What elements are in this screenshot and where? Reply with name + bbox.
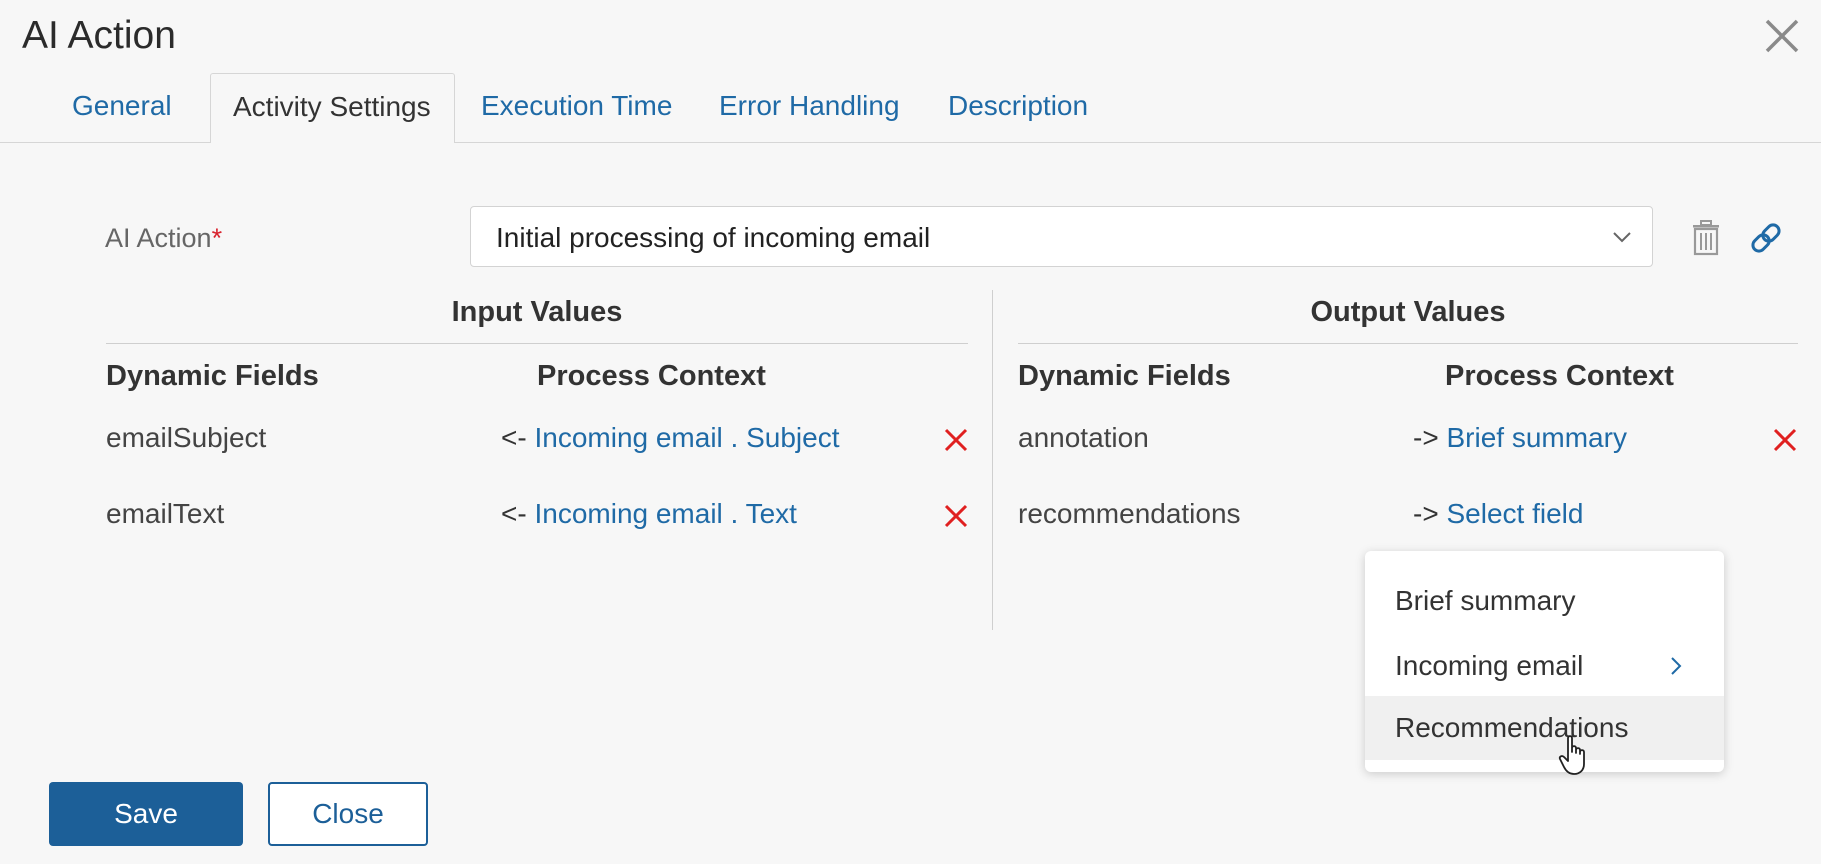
ai-action-select[interactable]: Initial processing of incoming email	[470, 206, 1653, 267]
close-icon[interactable]	[1762, 16, 1802, 56]
select-field-link[interactable]: Select field	[1446, 498, 1583, 529]
dropdown-item-label: Incoming email	[1395, 650, 1584, 681]
input-mapping: <- Incoming email . Subject	[501, 422, 840, 454]
mapping-arrow: <-	[501, 422, 527, 453]
output-values-divider	[1018, 343, 1798, 344]
dropdown-item-label: Brief summary	[1395, 585, 1576, 616]
tab-description[interactable]: Description	[948, 90, 1088, 122]
section-separator	[992, 290, 993, 630]
chevron-down-icon	[1613, 232, 1631, 243]
tab-error-handling[interactable]: Error Handling	[719, 90, 900, 122]
input-mapping: <- Incoming email . Text	[501, 498, 797, 530]
dialog-title: AI Action	[22, 14, 176, 57]
output-field-name: annotation	[1018, 422, 1149, 453]
mapping-arrow: <-	[501, 498, 527, 529]
tab-activity-settings-label: Activity Settings	[233, 91, 431, 122]
output-dynamic-fields-header: Dynamic Fields	[1018, 360, 1231, 392]
output-mapping: -> Brief summary	[1413, 422, 1627, 454]
context-link[interactable]: Incoming email . Text	[534, 498, 797, 529]
input-values-divider	[106, 343, 968, 344]
output-process-context-header: Process Context	[1445, 360, 1674, 392]
remove-icon[interactable]	[943, 427, 969, 453]
ai-action-label-text: AI Action	[105, 223, 212, 253]
remove-icon[interactable]	[943, 503, 969, 529]
tab-execution-time[interactable]: Execution Time	[481, 90, 672, 122]
close-button[interactable]: Close	[268, 782, 428, 846]
required-mark: *	[211, 223, 223, 253]
input-values-heading: Input Values	[451, 296, 623, 328]
output-field-name: recommendations	[1018, 498, 1241, 529]
ai-action-label: AI Action*	[105, 223, 222, 254]
dropdown-item-incoming-email[interactable]: Incoming email	[1365, 634, 1724, 698]
dropdown-item-label: Recommendations	[1395, 712, 1629, 743]
context-link[interactable]: Incoming email . Subject	[534, 422, 839, 453]
output-values-heading: Output Values	[1310, 296, 1506, 328]
input-dynamic-fields-header: Dynamic Fields	[106, 360, 319, 392]
input-field-name: emailSubject	[106, 422, 267, 453]
context-link[interactable]: Brief summary	[1446, 422, 1626, 453]
mapping-arrow: ->	[1413, 498, 1439, 529]
tab-general[interactable]: General	[72, 90, 172, 122]
dropdown-item-brief-summary[interactable]: Brief summary	[1365, 569, 1724, 633]
ai-action-selected-value: Initial processing of incoming email	[496, 222, 931, 253]
input-process-context-header: Process Context	[537, 360, 766, 392]
link-icon[interactable]	[1748, 220, 1784, 256]
save-button[interactable]: Save	[49, 782, 243, 846]
tab-activity-settings[interactable]: Activity Settings	[210, 73, 455, 143]
output-mapping: -> Select field	[1413, 498, 1583, 530]
remove-icon[interactable]	[1772, 427, 1798, 453]
trash-icon[interactable]	[1690, 220, 1722, 256]
field-select-dropdown: Brief summary Incoming email Recommendat…	[1365, 551, 1724, 772]
dropdown-item-recommendations[interactable]: Recommendations	[1365, 696, 1724, 760]
chevron-right-icon	[1671, 657, 1682, 675]
input-field-name: emailText	[106, 498, 225, 529]
mapping-arrow: ->	[1413, 422, 1439, 453]
